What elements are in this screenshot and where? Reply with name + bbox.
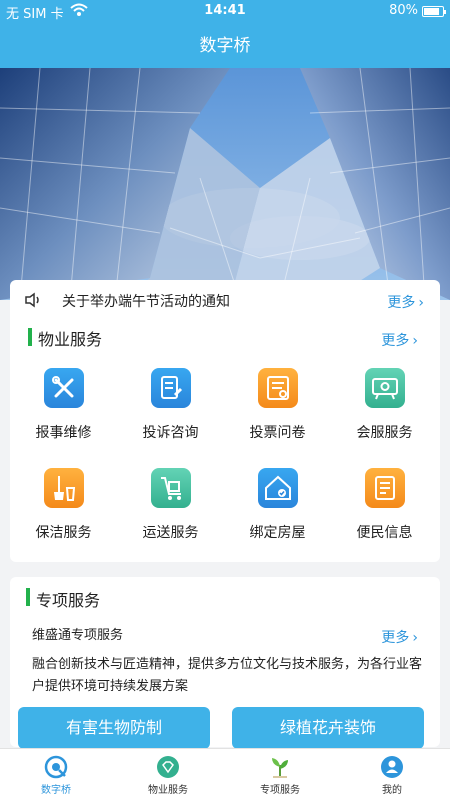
chevron-right-icon: › xyxy=(418,295,424,311)
status-time: 14:41 xyxy=(204,3,246,18)
property-card: 关于举办端午节活动的通知 更多 › 物业服务 更多 › 报事维修 投诉咨询 投票问卷 xyxy=(10,280,440,562)
notice-bar[interactable]: 关于举办端午节活动的通知 更多 › xyxy=(10,280,440,320)
tab-label: 专项服务 xyxy=(260,785,300,796)
info-note-icon xyxy=(364,468,405,508)
meeting-board-icon xyxy=(364,368,405,408)
section-marker xyxy=(26,588,30,606)
service-label: 绑定房屋 xyxy=(249,525,306,541)
service-label: 会服服务 xyxy=(356,425,413,441)
nav-bar: 数字桥 xyxy=(0,24,450,68)
user-icon xyxy=(380,755,404,779)
plant-icon xyxy=(268,755,292,779)
special-card: 专项服务 维盛通专项服务 更多 › 融合创新技术与匠造精神，提供多方位文化与技术服… xyxy=(10,577,440,749)
service-delivery[interactable]: 运送服务 xyxy=(117,468,224,542)
tab-property[interactable]: 物业服务 xyxy=(112,749,224,796)
tab-label: 数字桥 xyxy=(41,785,71,796)
tab-special[interactable]: 专项服务 xyxy=(224,749,336,796)
cleaning-icon xyxy=(43,468,84,508)
diamond-icon xyxy=(156,755,180,779)
special-more-label: 更多 xyxy=(381,630,410,646)
chevron-right-icon: › xyxy=(412,333,418,349)
page-title: 数字桥 xyxy=(199,36,251,56)
service-cleaning[interactable]: 保洁服务 xyxy=(10,468,117,542)
service-vote[interactable]: 投票问卷 xyxy=(224,368,331,442)
service-bind-house[interactable]: 绑定房屋 xyxy=(224,468,331,542)
tools-icon xyxy=(43,368,84,408)
service-meeting[interactable]: 会服服务 xyxy=(331,368,438,442)
battery-icon xyxy=(422,6,446,17)
special-description: 融合创新技术与匠造精神，提供多方位文化与技术服务，为各行业客户提供环境可持续发展… xyxy=(32,657,423,694)
service-label: 报事维修 xyxy=(35,425,92,441)
service-label: 运送服务 xyxy=(142,525,199,541)
checklist-icon xyxy=(257,368,298,408)
speaker-icon xyxy=(24,292,42,312)
property-more-link[interactable]: 更多 › xyxy=(381,330,418,350)
pest-control-button[interactable]: 有害生物防制 xyxy=(18,707,210,749)
special-section-title: 专项服务 xyxy=(36,591,101,610)
battery-percent: 80% xyxy=(389,3,418,18)
tab-label: 我的 xyxy=(382,785,402,796)
trolley-icon xyxy=(150,468,191,508)
service-complaint[interactable]: 投诉咨询 xyxy=(117,368,224,442)
service-info[interactable]: 便民信息 xyxy=(331,468,438,542)
edit-document-icon xyxy=(150,368,191,408)
tab-bar: 数字桥 物业服务 专项服务 我的 xyxy=(0,748,450,800)
service-label: 投票问卷 xyxy=(249,425,306,441)
service-label: 投诉咨询 xyxy=(142,425,199,441)
property-more-label: 更多 xyxy=(381,333,410,349)
house-check-icon xyxy=(257,468,298,508)
home-logo-icon xyxy=(44,755,68,779)
notice-more-label: 更多 xyxy=(387,295,416,311)
service-label: 保洁服务 xyxy=(35,525,92,541)
notice-more-link[interactable]: 更多 › xyxy=(387,292,424,312)
property-section-title: 物业服务 xyxy=(38,330,103,349)
special-sub-title[interactable]: 维盛通专项服务 xyxy=(32,624,123,643)
section-marker xyxy=(28,328,32,346)
notice-text[interactable]: 关于举办端午节活动的通知 xyxy=(62,291,230,311)
greenery-button[interactable]: 绿植花卉装饰 xyxy=(232,707,424,749)
tab-home[interactable]: 数字桥 xyxy=(0,749,112,796)
banner-image[interactable] xyxy=(0,68,450,300)
tab-mine[interactable]: 我的 xyxy=(336,749,448,796)
status-bar: 无 SIM 卡 14:41 80% xyxy=(0,0,450,24)
service-repair[interactable]: 报事维修 xyxy=(10,368,117,442)
tab-label: 物业服务 xyxy=(148,785,188,796)
service-label: 便民信息 xyxy=(356,525,413,541)
chevron-right-icon: › xyxy=(412,630,418,646)
special-more-link[interactable]: 更多 › xyxy=(381,627,418,647)
